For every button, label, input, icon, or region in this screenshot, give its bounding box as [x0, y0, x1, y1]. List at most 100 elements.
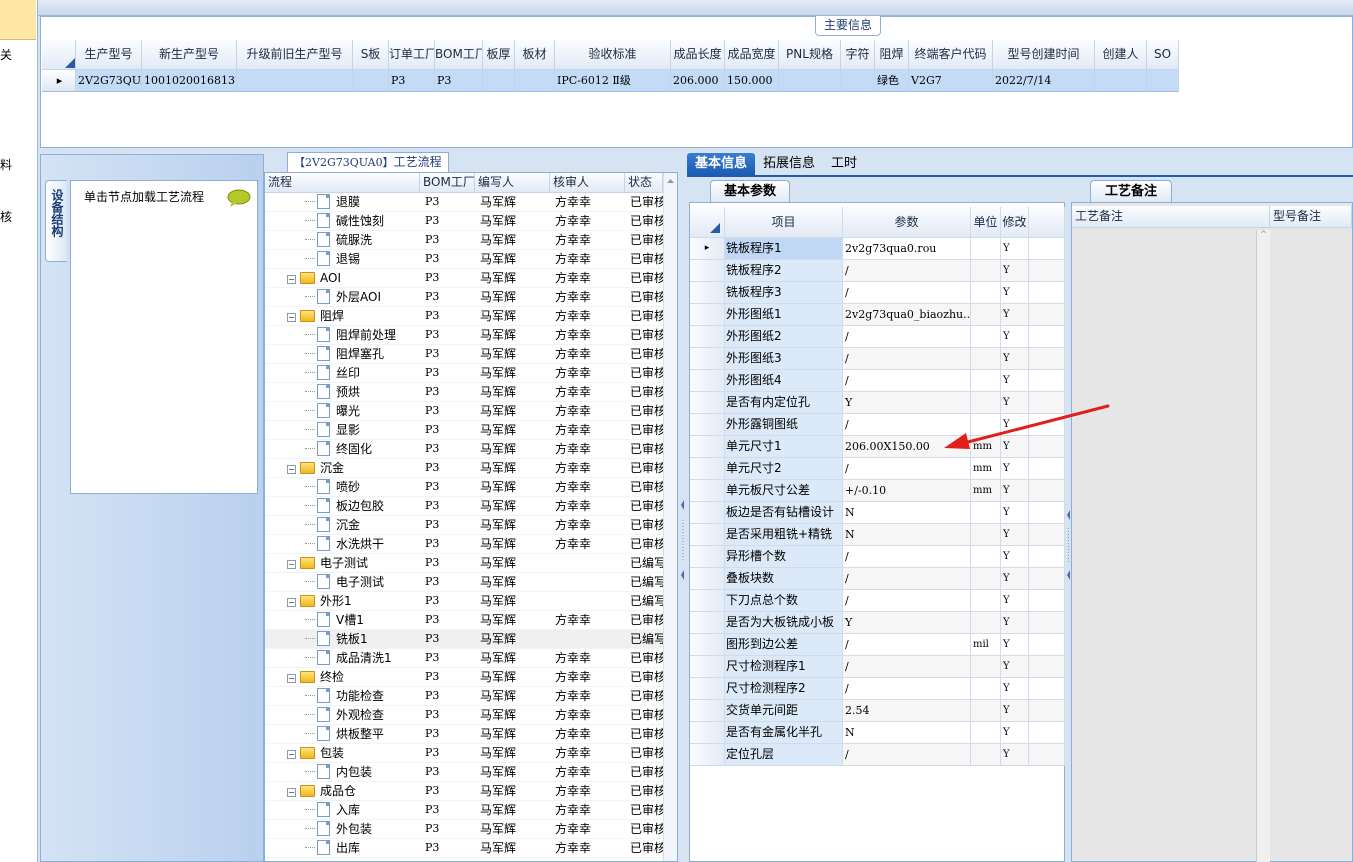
- param-value-cell[interactable]: /: [843, 568, 971, 590]
- tab-work-hours[interactable]: 工时: [823, 153, 865, 175]
- row-selector-icon[interactable]: [690, 326, 725, 348]
- param-value-cell[interactable]: 2v2g73qua0.rou: [843, 238, 971, 260]
- collapse-icon[interactable]: −: [287, 598, 296, 607]
- main-cell[interactable]: [1147, 70, 1179, 92]
- tree-node-cell[interactable]: 外观检查: [265, 706, 420, 725]
- scroll-up-icon[interactable]: ^: [1260, 230, 1268, 240]
- tree-node-cell[interactable]: − 电子测试: [265, 554, 420, 573]
- tree-node[interactable]: 外观检查: [305, 706, 384, 724]
- tree-node-cell[interactable]: 沉金: [265, 516, 420, 535]
- main-cell[interactable]: [515, 70, 555, 92]
- col-status[interactable]: 状态: [625, 173, 663, 193]
- main-col-header[interactable]: BOM工厂: [435, 40, 483, 70]
- tree-node[interactable]: 内包装: [305, 763, 372, 781]
- tree-row[interactable]: − 阻焊 P3 马军辉 方幸幸 已审核: [265, 307, 663, 326]
- tab-equipment-structure[interactable]: 设备结构: [45, 180, 67, 262]
- row-selector-icon[interactable]: [690, 722, 725, 744]
- row-selector-icon[interactable]: ▸: [42, 70, 76, 92]
- tree-node[interactable]: 烘板整平: [305, 725, 384, 743]
- tree-node[interactable]: 喷砂: [305, 478, 360, 496]
- collapse-icon[interactable]: −: [287, 750, 296, 759]
- tree-node[interactable]: − 终检: [287, 668, 344, 686]
- tree-row[interactable]: 外观检查 P3 马军辉 方幸幸 已审核: [265, 706, 663, 725]
- collapse-icon[interactable]: −: [287, 465, 296, 474]
- row-selector-icon[interactable]: [690, 436, 725, 458]
- tree-node[interactable]: − 电子测试: [287, 554, 368, 572]
- equipment-tree-box[interactable]: [70, 180, 258, 494]
- row-selector-icon[interactable]: [690, 612, 725, 634]
- param-row[interactable]: 外形图纸2/ Y: [690, 326, 1065, 348]
- tree-row[interactable]: − 外形1 P3 马军辉 已编写: [265, 592, 663, 611]
- tab-extended-info[interactable]: 拓展信息: [755, 153, 823, 175]
- param-value-cell[interactable]: /: [843, 590, 971, 612]
- tree-node-cell[interactable]: 退膜: [265, 193, 420, 212]
- tree-row[interactable]: − 终检 P3 马军辉 方幸幸 已审核: [265, 668, 663, 687]
- param-row[interactable]: 叠板块数 / Y: [690, 568, 1065, 590]
- row-selector-icon[interactable]: [690, 414, 725, 436]
- tree-row[interactable]: 碱性蚀刻 P3 马军辉 方幸幸 已审核: [265, 212, 663, 231]
- tree-node[interactable]: V槽1: [305, 611, 364, 629]
- tree-node-cell[interactable]: 阻焊前处理: [265, 326, 420, 345]
- tree-row[interactable]: 功能检查 P3 马军辉 方幸幸 已审核: [265, 687, 663, 706]
- collapse-icon[interactable]: −: [287, 275, 296, 284]
- tree-node-cell[interactable]: − 外形1: [265, 592, 420, 611]
- tree-node-cell[interactable]: − AOI: [265, 269, 420, 288]
- tree-node[interactable]: 阻焊塞孔: [305, 345, 384, 363]
- main-cell[interactable]: 绿色: [875, 70, 909, 92]
- row-selector-icon[interactable]: ▸: [690, 238, 725, 260]
- row-selector-icon[interactable]: [690, 458, 725, 480]
- tree-row[interactable]: 喷砂 P3 马军辉 方幸幸 已审核: [265, 478, 663, 497]
- tree-row[interactable]: 曝光 P3 马军辉 方幸幸 已审核: [265, 402, 663, 421]
- tree-scrollbar[interactable]: [663, 173, 677, 861]
- row-selector-icon[interactable]: [690, 700, 725, 722]
- main-col-header[interactable]: 阻焊: [875, 40, 909, 70]
- tree-node-cell[interactable]: 内包装: [265, 763, 420, 782]
- tree-node[interactable]: 碱性蚀刻: [305, 212, 384, 230]
- main-col-header[interactable]: 验收标准: [555, 40, 671, 70]
- param-row[interactable]: 异形槽个数 / Y: [690, 546, 1065, 568]
- main-col-header[interactable]: 型号创建时间: [993, 40, 1095, 70]
- collapse-icon[interactable]: −: [287, 313, 296, 322]
- main-cell[interactable]: P3: [389, 70, 435, 92]
- param-value-cell[interactable]: +/-0.10: [843, 480, 971, 502]
- main-col-header[interactable]: 新生产型号: [142, 40, 237, 70]
- main-cell[interactable]: 206.000: [671, 70, 725, 92]
- tree-row[interactable]: 铣板1 P3 马军辉 已编写: [265, 630, 663, 649]
- tree-node-cell[interactable]: 终固化: [265, 440, 420, 459]
- main-col-header[interactable]: 板材: [515, 40, 555, 70]
- col-bom-factory[interactable]: BOM工厂: [420, 173, 475, 193]
- row-selector-icon[interactable]: [690, 282, 725, 304]
- tree-node-cell[interactable]: V槽1: [265, 611, 420, 630]
- tree-node[interactable]: − 成品仓: [287, 782, 356, 800]
- tree-node[interactable]: 阻焊前处理: [305, 326, 396, 344]
- param-value-cell[interactable]: /: [843, 260, 971, 282]
- main-cell[interactable]: [841, 70, 875, 92]
- vertical-splitter-handle[interactable]: [680, 500, 686, 580]
- tree-node[interactable]: 电子测试: [305, 573, 384, 591]
- param-row[interactable]: 是否有金属化半孔 N Y: [690, 722, 1065, 744]
- tab-basic-params[interactable]: 基本参数: [710, 180, 790, 202]
- tree-node[interactable]: 外包装: [305, 820, 372, 838]
- tree-row[interactable]: − 沉金 P3 马军辉 方幸幸 已审核: [265, 459, 663, 478]
- row-selector-icon[interactable]: [690, 656, 725, 678]
- col-item[interactable]: 项目: [725, 207, 843, 238]
- tree-node[interactable]: − 包装: [287, 744, 344, 762]
- left-nav-item[interactable]: 料: [0, 156, 12, 173]
- left-nav-item[interactable]: 关: [0, 46, 12, 63]
- param-row[interactable]: 图形到边公差 / mil Y: [690, 634, 1065, 656]
- main-col-header[interactable]: S板: [353, 40, 389, 70]
- row-selector-icon[interactable]: [690, 568, 725, 590]
- tree-node-cell[interactable]: 显影: [265, 421, 420, 440]
- row-selector-icon[interactable]: [690, 304, 725, 326]
- tree-node[interactable]: 成品清洗1: [305, 649, 392, 667]
- main-cell[interactable]: [483, 70, 515, 92]
- tree-row[interactable]: 显影 P3 马军辉 方幸幸 已审核: [265, 421, 663, 440]
- tree-node-cell[interactable]: 喷砂: [265, 478, 420, 497]
- tree-row[interactable]: 沉金 P3 马军辉 方幸幸 已审核: [265, 516, 663, 535]
- tree-row[interactable]: 硫脲洗 P3 马军辉 方幸幸 已审核: [265, 231, 663, 250]
- main-cell[interactable]: V2G7: [909, 70, 993, 92]
- tree-node-cell[interactable]: − 终检: [265, 668, 420, 687]
- param-value-cell[interactable]: 2.54: [843, 700, 971, 722]
- param-row[interactable]: ▸ 铣板程序1 2v2g73qua0.rou Y: [690, 238, 1065, 260]
- row-selector-icon[interactable]: [690, 392, 725, 414]
